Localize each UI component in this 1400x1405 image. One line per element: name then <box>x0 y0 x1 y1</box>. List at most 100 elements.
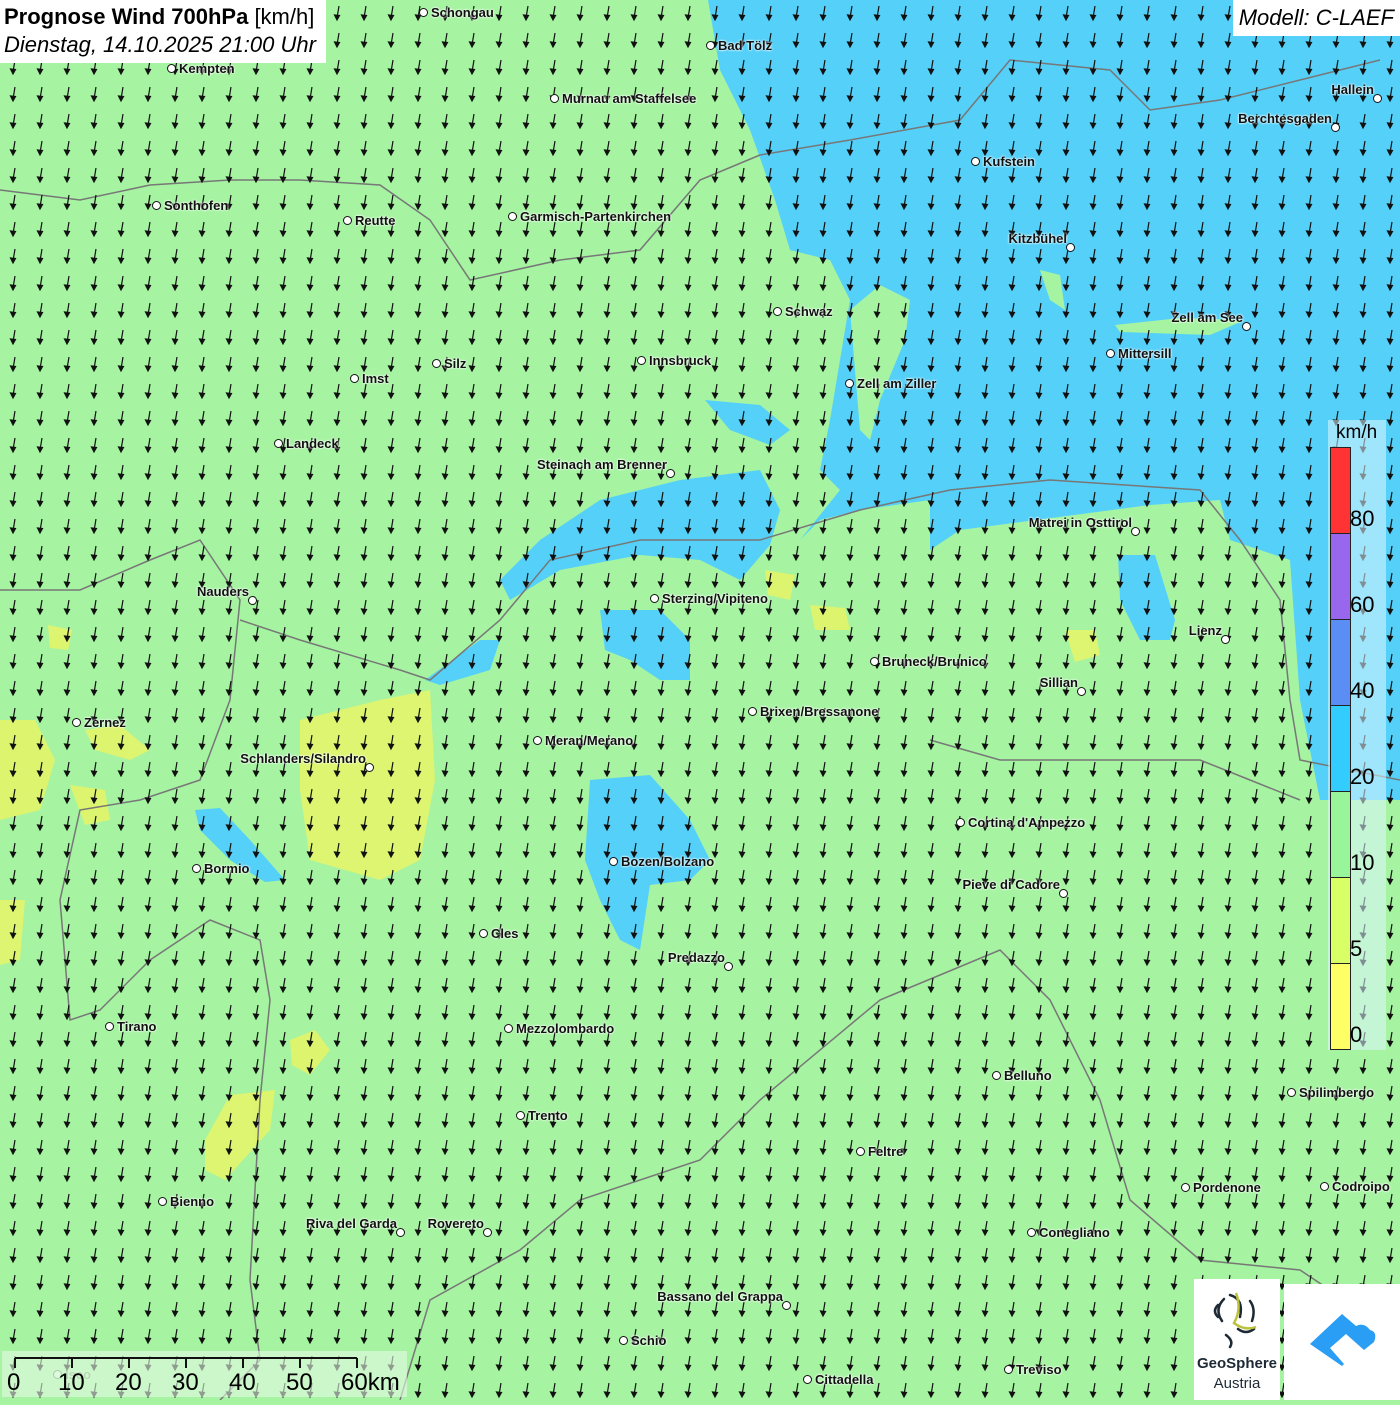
geosphere-contour-icon <box>1213 1292 1257 1349</box>
geosphere-country: Austria <box>1213 1375 1261 1392</box>
house-cloud-icon <box>1310 1314 1376 1366</box>
scale-label: 30 <box>172 1369 199 1396</box>
city-label: Mittersill <box>1118 346 1172 361</box>
city-marker <box>1331 123 1340 132</box>
city-marker <box>1373 94 1382 103</box>
legend-label: 0 <box>1350 1022 1363 1047</box>
geosphere-name: GeoSphere <box>1196 1355 1278 1372</box>
city-label: Imst <box>362 371 389 386</box>
city-marker <box>483 1228 492 1237</box>
city-label: Berchtesgaden <box>1238 111 1332 126</box>
city-marker <box>432 359 441 368</box>
city-label: Hallein <box>1331 82 1374 97</box>
city-label: Landeck <box>286 436 339 451</box>
city-label: Schwaz <box>785 304 833 319</box>
city-label: Bozen/Bolzano <box>621 854 715 869</box>
city-label: Bienno <box>170 1194 215 1209</box>
city-marker <box>856 1147 865 1156</box>
city-label: Feltre <box>868 1144 904 1159</box>
city-marker <box>350 374 359 383</box>
title-box: Prognose Wind 700hPa [km/h] Dienstag, 14… <box>0 0 326 63</box>
scale-label: 20 <box>115 1369 142 1396</box>
legend-swatch <box>1330 877 1351 964</box>
city-label: Reutte <box>355 213 396 228</box>
city-marker <box>105 1022 114 1031</box>
legend-label: 60 <box>1350 592 1375 617</box>
city-marker <box>516 1111 525 1120</box>
model-label: Modell: C-LAEF <box>1232 0 1400 36</box>
city-label: Nauders <box>196 584 249 599</box>
city-marker <box>1059 889 1068 898</box>
city-marker <box>274 439 283 448</box>
city-label: Kitzbühel <box>1008 231 1068 246</box>
city-label: Zernez <box>84 715 126 730</box>
legend-swatch <box>1330 791 1351 878</box>
city-marker <box>1181 1183 1190 1192</box>
map-title: Prognose Wind 700hPa [km/h] <box>4 3 316 31</box>
city-marker <box>637 356 646 365</box>
legend-label: 80 <box>1350 506 1375 531</box>
city-label: Steinach am Brenner <box>536 457 667 472</box>
city-label: Silz <box>444 356 467 371</box>
city-marker <box>1131 527 1140 536</box>
city-marker <box>365 763 374 772</box>
city-label: Brixen/Bressanone <box>760 704 879 719</box>
city-marker <box>748 707 757 716</box>
city-label: Rovereto <box>427 1216 484 1231</box>
city-marker <box>971 157 980 166</box>
city-label: Bruneck/Brunico <box>882 654 987 669</box>
legend-swatch <box>1330 533 1351 620</box>
city-marker <box>167 64 176 73</box>
city-label: Bad Tölz <box>718 38 773 53</box>
city-label: Conegliano <box>1039 1225 1110 1240</box>
city-marker <box>72 718 81 727</box>
city-label: Spilimbergo <box>1299 1085 1375 1100</box>
city-label: Garmisch-Partenkirchen <box>520 209 672 224</box>
city-marker <box>1320 1182 1329 1191</box>
city-label: Cles <box>491 926 519 941</box>
app-logo[interactable] <box>1284 1284 1400 1400</box>
city-label: Zell am Ziller <box>857 376 937 391</box>
legend-swatch <box>1330 705 1351 792</box>
city-label: Matrei in Osttirol <box>1028 515 1132 530</box>
city-marker <box>396 1228 405 1237</box>
color-legend: km/h 80 60 40 20 10 5 0 <box>1328 420 1386 1050</box>
legend-label: 20 <box>1350 764 1375 789</box>
city-marker <box>192 864 201 873</box>
scale-label: 40 <box>229 1369 256 1396</box>
city-label: Zell am See <box>1171 310 1243 325</box>
city-label: Predazzo <box>667 950 725 965</box>
city-label: Treviso <box>1016 1362 1062 1377</box>
city-marker <box>508 212 517 221</box>
city-marker <box>992 1071 1001 1080</box>
city-label: Cittadella <box>815 1372 874 1387</box>
city-marker <box>479 929 488 938</box>
city-label: Sonthofen <box>164 198 229 213</box>
scale-bar: 0 10 20 30 40 50 60km <box>2 1351 407 1397</box>
city-marker <box>666 469 675 478</box>
city-marker <box>419 8 428 17</box>
city-label: Kufstein <box>983 154 1035 169</box>
scale-label: 60km <box>341 1369 400 1396</box>
geosphere-austria-logo[interactable]: GeoSphere Austria <box>1194 1279 1280 1400</box>
city-marker <box>803 1375 812 1384</box>
city-label: Schongau <box>431 5 494 20</box>
city-label: Codroipo <box>1332 1179 1390 1194</box>
scale-label: 50 <box>286 1369 313 1396</box>
city-label: Mezzolombardo <box>516 1021 615 1036</box>
city-marker <box>782 1301 791 1310</box>
legend-swatch <box>1330 619 1351 706</box>
city-marker <box>1242 322 1251 331</box>
legend-label: 10 <box>1350 850 1375 875</box>
city-label: Tirano <box>117 1019 157 1034</box>
city-marker <box>956 818 965 827</box>
city-marker <box>533 736 542 745</box>
city-label: Schlanders/Silandro <box>240 751 366 766</box>
city-label: Pordenone <box>1193 1180 1261 1195</box>
city-label: Sterzing/Vipiteno <box>662 591 768 606</box>
city-marker <box>1066 243 1075 252</box>
city-label: Bassano del Grappa <box>657 1289 783 1304</box>
city-label: Schio <box>631 1333 667 1348</box>
city-label: Cortina d'Ampezzo <box>968 815 1086 830</box>
city-marker <box>1106 349 1115 358</box>
